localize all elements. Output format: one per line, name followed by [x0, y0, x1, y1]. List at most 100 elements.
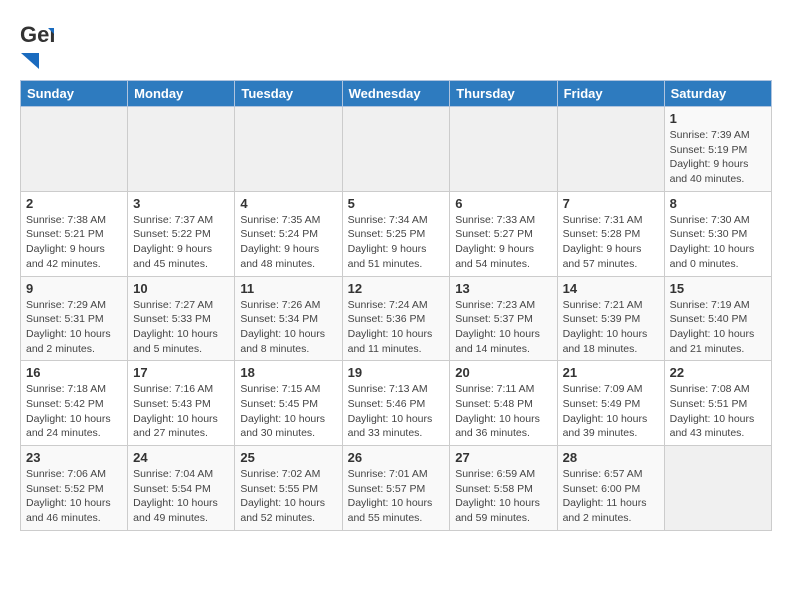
calendar-cell: 12Sunrise: 7:24 AM Sunset: 5:36 PM Dayli…	[342, 276, 450, 361]
day-info: Sunrise: 7:37 AM Sunset: 5:22 PM Dayligh…	[133, 213, 229, 272]
day-of-week-header: Monday	[128, 81, 235, 107]
day-number: 26	[348, 450, 445, 465]
calendar-cell: 4Sunrise: 7:35 AM Sunset: 5:24 PM Daylig…	[235, 191, 342, 276]
day-number: 1	[670, 111, 766, 126]
day-info: Sunrise: 7:02 AM Sunset: 5:55 PM Dayligh…	[240, 467, 336, 526]
calendar-cell: 2 Sunrise: 7:38 AM Sunset: 5:21 PM Daylig…	[21, 191, 128, 276]
calendar-cell	[450, 107, 557, 192]
day-info: Sunrise: 7:38 AM Sunset: 5:21 PM Dayligh…	[26, 213, 122, 272]
day-of-week-header: Wednesday	[342, 81, 450, 107]
day-number: 10	[133, 281, 229, 296]
day-info: Sunrise: 7:06 AM Sunset: 5:52 PM Dayligh…	[26, 467, 122, 526]
day-of-week-header: Saturday	[664, 81, 771, 107]
calendar-cell	[664, 446, 771, 531]
day-info: Sunrise: 7:33 AM Sunset: 5:27 PM Dayligh…	[455, 213, 551, 272]
calendar-cell: 1 Sunrise: 7:39 AM Sunset: 5:19 PM Daylig…	[664, 107, 771, 192]
logo-icon: General	[20, 20, 54, 54]
calendar-cell	[128, 107, 235, 192]
day-info: Sunrise: 7:21 AM Sunset: 5:39 PM Dayligh…	[563, 298, 659, 357]
day-number: 2	[26, 196, 122, 211]
day-number: 14	[563, 281, 659, 296]
calendar-cell: 3 Sunrise: 7:37 AM Sunset: 5:22 PM Daylig…	[128, 191, 235, 276]
calendar-cell: 9 Sunrise: 7:29 AM Sunset: 5:31 PM Daylig…	[21, 276, 128, 361]
day-number: 4	[240, 196, 336, 211]
day-info: Sunrise: 7:24 AM Sunset: 5:36 PM Dayligh…	[348, 298, 445, 357]
day-number: 13	[455, 281, 551, 296]
day-number: 21	[563, 365, 659, 380]
calendar-week-row: 23 Sunrise: 7:06 AM Sunset: 5:52 PM Dayli…	[21, 446, 772, 531]
day-info: Sunrise: 6:57 AM Sunset: 6:00 PM Dayligh…	[563, 467, 659, 526]
day-number: 22	[670, 365, 766, 380]
day-info: Sunrise: 7:23 AM Sunset: 5:37 PM Dayligh…	[455, 298, 551, 357]
day-info: Sunrise: 7:18 AM Sunset: 5:42 PM Dayligh…	[26, 382, 122, 441]
day-number: 28	[563, 450, 659, 465]
calendar-cell: 13 Sunrise: 7:23 AM Sunset: 5:37 PM Dayli…	[450, 276, 557, 361]
calendar-cell	[235, 107, 342, 192]
day-info: Sunrise: 7:04 AM Sunset: 5:54 PM Dayligh…	[133, 467, 229, 526]
day-number: 11	[240, 281, 336, 296]
logo-arrow-icon	[21, 53, 39, 69]
calendar-cell: 8Sunrise: 7:30 AM Sunset: 5:30 PM Daylig…	[664, 191, 771, 276]
page-header: General	[20, 20, 772, 70]
calendar-cell: 6 Sunrise: 7:33 AM Sunset: 5:27 PM Daylig…	[450, 191, 557, 276]
day-info: Sunrise: 7:15 AM Sunset: 5:45 PM Dayligh…	[240, 382, 336, 441]
day-info: Sunrise: 7:30 AM Sunset: 5:30 PM Dayligh…	[670, 213, 766, 272]
calendar-cell: 7Sunrise: 7:31 AM Sunset: 5:28 PM Daylig…	[557, 191, 664, 276]
calendar-cell: 26 Sunrise: 7:01 AM Sunset: 5:57 PM Dayli…	[342, 446, 450, 531]
day-number: 18	[240, 365, 336, 380]
day-number: 25	[240, 450, 336, 465]
calendar-cell	[342, 107, 450, 192]
day-number: 15	[670, 281, 766, 296]
calendar-cell: 24Sunrise: 7:04 AM Sunset: 5:54 PM Dayli…	[128, 446, 235, 531]
day-info: Sunrise: 7:13 AM Sunset: 5:46 PM Dayligh…	[348, 382, 445, 441]
calendar-week-row: 16 Sunrise: 7:18 AM Sunset: 5:42 PM Dayli…	[21, 361, 772, 446]
day-number: 23	[26, 450, 122, 465]
calendar-cell: 15 Sunrise: 7:19 AM Sunset: 5:40 PM Dayli…	[664, 276, 771, 361]
day-info: Sunrise: 7:09 AM Sunset: 5:49 PM Dayligh…	[563, 382, 659, 441]
day-info: Sunrise: 7:39 AM Sunset: 5:19 PM Dayligh…	[670, 128, 766, 187]
day-info: Sunrise: 7:11 AM Sunset: 5:48 PM Dayligh…	[455, 382, 551, 441]
day-of-week-header: Friday	[557, 81, 664, 107]
day-info: Sunrise: 7:08 AM Sunset: 5:51 PM Dayligh…	[670, 382, 766, 441]
day-number: 20	[455, 365, 551, 380]
day-info: Sunrise: 7:34 AM Sunset: 5:25 PM Dayligh…	[348, 213, 445, 272]
calendar-cell	[21, 107, 128, 192]
logo: General	[20, 20, 54, 70]
calendar-cell: 20 Sunrise: 7:11 AM Sunset: 5:48 PM Dayli…	[450, 361, 557, 446]
calendar-week-row: 2 Sunrise: 7:38 AM Sunset: 5:21 PM Daylig…	[21, 191, 772, 276]
day-info: Sunrise: 7:27 AM Sunset: 5:33 PM Dayligh…	[133, 298, 229, 357]
day-number: 6	[455, 196, 551, 211]
day-number: 3	[133, 196, 229, 211]
calendar-cell: 18 Sunrise: 7:15 AM Sunset: 5:45 PM Dayli…	[235, 361, 342, 446]
calendar-cell: 17 Sunrise: 7:16 AM Sunset: 5:43 PM Dayli…	[128, 361, 235, 446]
day-info: Sunrise: 7:26 AM Sunset: 5:34 PM Dayligh…	[240, 298, 336, 357]
svg-text:General: General	[20, 22, 54, 47]
day-number: 9	[26, 281, 122, 296]
calendar-cell: 11 Sunrise: 7:26 AM Sunset: 5:34 PM Dayli…	[235, 276, 342, 361]
day-info: Sunrise: 7:31 AM Sunset: 5:28 PM Dayligh…	[563, 213, 659, 272]
calendar-cell: 22 Sunrise: 7:08 AM Sunset: 5:51 PM Dayli…	[664, 361, 771, 446]
day-info: Sunrise: 7:29 AM Sunset: 5:31 PM Dayligh…	[26, 298, 122, 357]
calendar-header-row: SundayMondayTuesdayWednesdayThursdayFrid…	[21, 81, 772, 107]
day-info: Sunrise: 7:01 AM Sunset: 5:57 PM Dayligh…	[348, 467, 445, 526]
calendar-cell: 25 Sunrise: 7:02 AM Sunset: 5:55 PM Dayli…	[235, 446, 342, 531]
day-of-week-header: Tuesday	[235, 81, 342, 107]
day-of-week-header: Sunday	[21, 81, 128, 107]
calendar-cell: 28 Sunrise: 6:57 AM Sunset: 6:00 PM Dayli…	[557, 446, 664, 531]
calendar-cell: 14 Sunrise: 7:21 AM Sunset: 5:39 PM Dayli…	[557, 276, 664, 361]
day-number: 5	[348, 196, 445, 211]
calendar-cell: 19 Sunrise: 7:13 AM Sunset: 5:46 PM Dayli…	[342, 361, 450, 446]
calendar-cell: 16 Sunrise: 7:18 AM Sunset: 5:42 PM Dayli…	[21, 361, 128, 446]
calendar-table: SundayMondayTuesdayWednesdayThursdayFrid…	[20, 80, 772, 531]
day-number: 27	[455, 450, 551, 465]
day-number: 17	[133, 365, 229, 380]
calendar-cell: 10 Sunrise: 7:27 AM Sunset: 5:33 PM Dayli…	[128, 276, 235, 361]
day-number: 19	[348, 365, 445, 380]
day-number: 16	[26, 365, 122, 380]
calendar-cell: 23 Sunrise: 7:06 AM Sunset: 5:52 PM Dayli…	[21, 446, 128, 531]
day-info: Sunrise: 7:19 AM Sunset: 5:40 PM Dayligh…	[670, 298, 766, 357]
day-info: Sunrise: 6:59 AM Sunset: 5:58 PM Dayligh…	[455, 467, 551, 526]
day-info: Sunrise: 7:16 AM Sunset: 5:43 PM Dayligh…	[133, 382, 229, 441]
calendar-week-row: 9 Sunrise: 7:29 AM Sunset: 5:31 PM Daylig…	[21, 276, 772, 361]
calendar-cell: 21 Sunrise: 7:09 AM Sunset: 5:49 PM Dayli…	[557, 361, 664, 446]
